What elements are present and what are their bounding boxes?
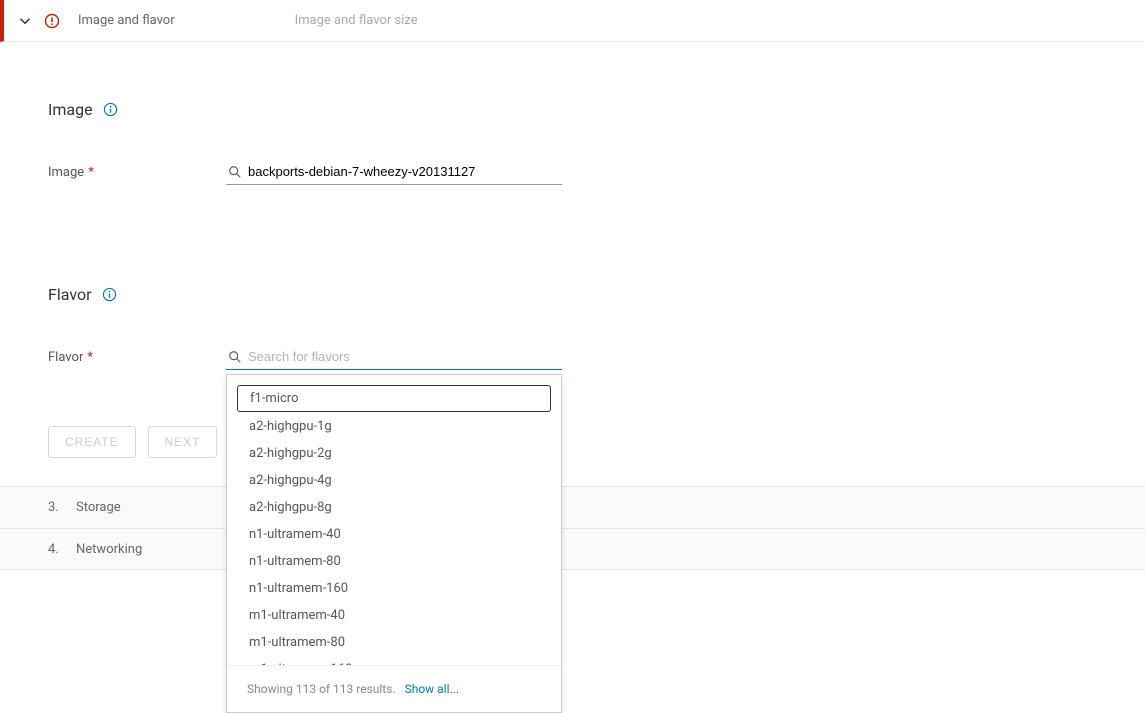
next-button[interactable]: NEXT bbox=[148, 426, 218, 458]
flavor-heading-text: Flavor bbox=[48, 285, 92, 304]
flavor-option[interactable]: f1-micro bbox=[237, 385, 551, 412]
required-marker: * bbox=[88, 165, 94, 180]
flavor-option[interactable]: n1-ultramem-80 bbox=[237, 549, 551, 574]
image-heading-text: Image bbox=[48, 100, 93, 119]
flavor-option[interactable]: n1-ultramem-160 bbox=[237, 576, 551, 601]
flavor-field-label: Flavor* bbox=[48, 350, 226, 365]
step-title: Image and flavor bbox=[78, 13, 175, 28]
step-label: Storage bbox=[76, 500, 121, 515]
step-label: Networking bbox=[76, 542, 142, 557]
flavor-input[interactable] bbox=[226, 344, 562, 370]
chevron-down-icon bbox=[18, 14, 32, 28]
flavor-option[interactable]: m1-ultramem-80 bbox=[237, 630, 551, 655]
dropdown-footer: Showing 113 of 113 results. Show all... bbox=[227, 665, 561, 712]
info-icon[interactable] bbox=[102, 287, 118, 303]
flavor-option[interactable]: n1-ultramem-40 bbox=[237, 522, 551, 547]
flavor-dropdown: f1-micro a2-highgpu-1g a2-highgpu-2g a2-… bbox=[226, 374, 562, 713]
flavor-option[interactable]: a2-highgpu-8g bbox=[237, 495, 551, 520]
required-marker: * bbox=[87, 350, 93, 365]
search-icon bbox=[228, 165, 242, 179]
error-icon bbox=[44, 13, 60, 29]
image-field-label: Image* bbox=[48, 165, 226, 180]
show-all-link[interactable]: Show all... bbox=[405, 682, 459, 696]
section-heading-image: Image bbox=[48, 100, 1145, 119]
flavor-option-list[interactable]: f1-micro a2-highgpu-1g a2-highgpu-2g a2-… bbox=[227, 375, 561, 665]
flavor-option[interactable]: a2-highgpu-2g bbox=[237, 441, 551, 466]
image-input[interactable] bbox=[226, 159, 562, 185]
step-storage[interactable]: 3. Storage bbox=[0, 486, 1145, 528]
section-heading-flavor: Flavor bbox=[48, 285, 1145, 304]
flavor-section: Flavor Flavor* f1-micro a2-highgpu-1g a2… bbox=[48, 215, 1145, 370]
results-count: Showing 113 of 113 results. bbox=[247, 682, 396, 696]
step-header[interactable]: Image and flavor Image and flavor size bbox=[0, 0, 1145, 42]
image-section: Image Image* bbox=[48, 42, 1145, 185]
flavor-option[interactable]: m1-ultramem-160 bbox=[237, 657, 551, 665]
info-icon[interactable] bbox=[103, 102, 119, 118]
step-networking[interactable]: 4. Networking bbox=[0, 528, 1145, 570]
flavor-option[interactable]: a2-highgpu-1g bbox=[237, 414, 551, 439]
search-icon bbox=[228, 350, 242, 364]
step-number: 4. bbox=[48, 542, 76, 557]
step-number: 3. bbox=[48, 500, 76, 515]
create-button[interactable]: CREATE bbox=[48, 426, 136, 458]
flavor-option[interactable]: a2-highgpu-4g bbox=[237, 468, 551, 493]
step-subtitle: Image and flavor size bbox=[295, 13, 418, 28]
button-row: CREATE NEXT CANCEL bbox=[48, 406, 1145, 486]
flavor-option[interactable]: m1-ultramem-40 bbox=[237, 603, 551, 628]
